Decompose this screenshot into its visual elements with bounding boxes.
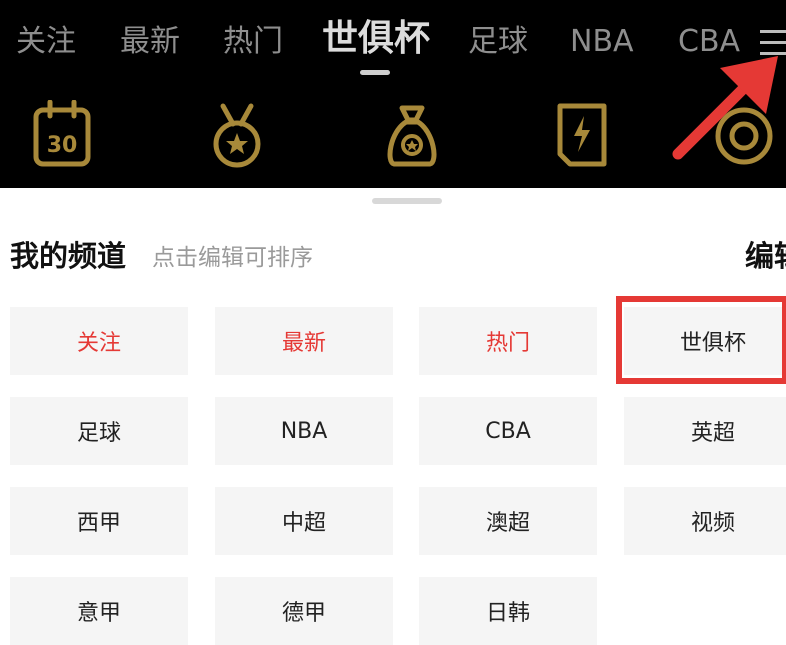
annotation-arrow-icon — [672, 56, 778, 160]
channel-tile[interactable]: 热门 — [419, 307, 597, 375]
channel-tile[interactable]: 西甲 — [10, 487, 188, 555]
drag-handle[interactable] — [372, 198, 442, 204]
channel-tile[interactable]: 足球 — [10, 397, 188, 465]
card-icon[interactable] — [550, 100, 614, 170]
channel-tile[interactable]: NBA — [215, 397, 393, 465]
tab-hot[interactable]: 热门 — [223, 22, 283, 62]
channel-tile[interactable]: 最新 — [215, 307, 393, 375]
tab-club-world-cup[interactable]: 世俱杯 — [322, 19, 430, 59]
medal-icon[interactable] — [205, 100, 269, 170]
channel-tile[interactable]: 日韩 — [419, 577, 597, 645]
channel-tile[interactable]: 英超 — [624, 397, 786, 465]
channel-tile[interactable]: 德甲 — [215, 577, 393, 645]
my-channels-title: 我的频道 — [10, 239, 127, 273]
money-bag-icon[interactable] — [380, 100, 444, 170]
tab-latest[interactable]: 最新 — [120, 22, 180, 62]
channel-tile[interactable]: 关注 — [10, 307, 188, 375]
edit-button[interactable]: 编辑 — [745, 236, 786, 276]
tab-football[interactable]: 足球 — [468, 22, 528, 62]
channel-tile[interactable]: 视频 — [624, 487, 786, 555]
channel-tile[interactable]: 意甲 — [10, 577, 188, 645]
tab-nba[interactable]: NBA — [570, 22, 634, 62]
calendar-30-icon[interactable]: 30 — [30, 100, 94, 170]
channel-tile[interactable]: 澳超 — [419, 487, 597, 555]
channel-tile[interactable]: 中超 — [215, 487, 393, 555]
annotation-highlight-box — [616, 296, 786, 384]
sort-hint: 点击编辑可排序 — [152, 245, 313, 271]
tab-follow[interactable]: 关注 — [16, 22, 76, 62]
active-tab-indicator — [360, 70, 390, 75]
top-header: 关注 最新 热门 世俱杯 足球 NBA CBA 30 — [0, 0, 786, 188]
calendar-day-text: 30 — [47, 133, 78, 158]
channel-tile[interactable]: CBA — [419, 397, 597, 465]
